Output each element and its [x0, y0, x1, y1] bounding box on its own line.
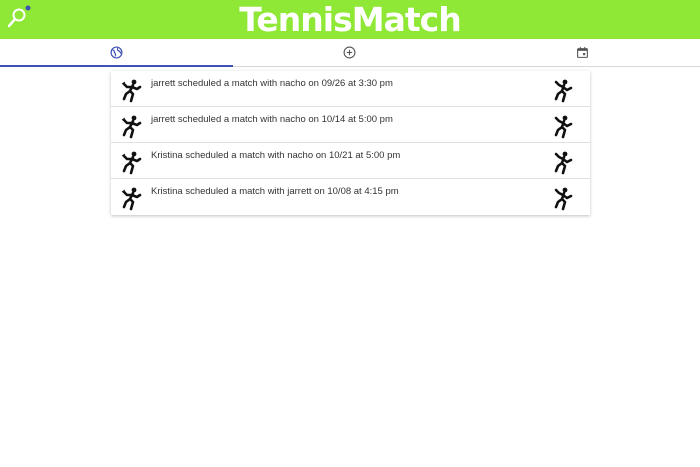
list-item[interactable]: Kristina scheduled a match with nacho on… [111, 143, 590, 179]
list-item[interactable]: jarrett scheduled a match with nacho on … [111, 107, 590, 143]
tennis-player-icon [121, 187, 142, 211]
tennis-player-icon [554, 151, 573, 175]
app-title: TennisMatch [239, 0, 461, 39]
match-feed-list: jarrett scheduled a match with nacho on … [111, 71, 590, 215]
tab-add-match[interactable] [233, 39, 466, 66]
tab-calendar[interactable] [466, 39, 699, 66]
tab-feed[interactable] [0, 39, 233, 67]
tennis-player-icon [554, 79, 573, 103]
match-text: jarrett scheduled a match with nacho on … [151, 114, 393, 125]
tennis-player-icon [554, 187, 573, 211]
tennis-player-icon [121, 79, 142, 103]
tab-bar [0, 39, 700, 67]
tennis-player-icon [121, 115, 142, 139]
match-text: Kristina scheduled a match with jarrett … [151, 186, 399, 197]
add-circle-icon [343, 46, 356, 59]
tennis-player-icon [554, 115, 573, 139]
calendar-icon [577, 47, 588, 58]
match-text: jarrett scheduled a match with nacho on … [151, 78, 393, 89]
list-item[interactable]: Kristina scheduled a match with jarrett … [111, 179, 590, 215]
tennis-player-icon [121, 151, 142, 175]
match-text: Kristina scheduled a match with nacho on… [151, 150, 401, 161]
globe-icon [110, 46, 123, 59]
app-header: TennisMatch [0, 0, 700, 39]
list-item[interactable]: jarrett scheduled a match with nacho on … [111, 71, 590, 107]
